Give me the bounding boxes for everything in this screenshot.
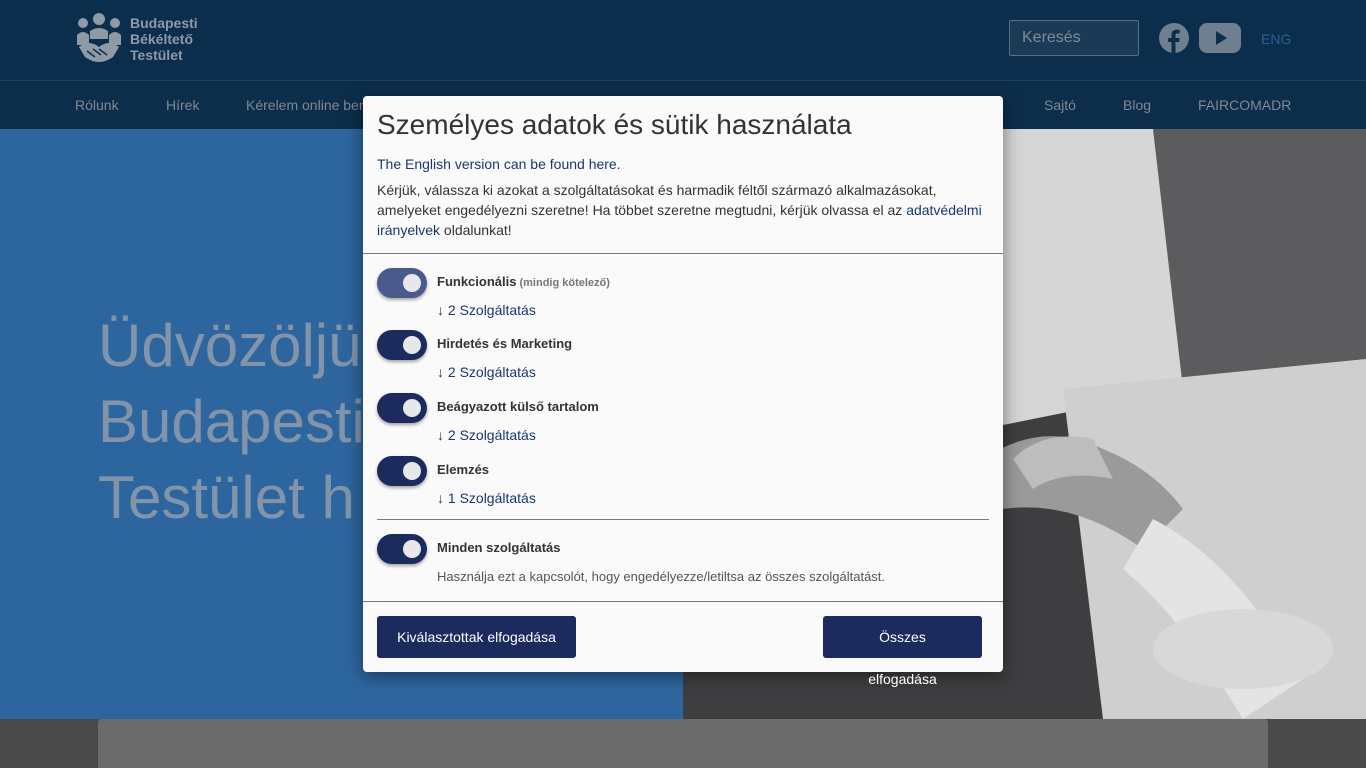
nav-item-sajto[interactable]: Sajtó — [1044, 97, 1076, 113]
purpose-title: Hirdetés és Marketing — [437, 336, 573, 351]
services-expand-link[interactable]: ↓ 2 Szolgáltatás — [437, 302, 536, 318]
all-services-title: Minden szolgáltatás — [437, 540, 561, 555]
accept-all-button[interactable]: Összes elfogadása — [823, 616, 982, 687]
purpose-title: Funkcionális (mindig kötelező) — [437, 274, 610, 289]
all-services-toggle[interactable] — [377, 534, 427, 564]
accept-selected-button[interactable]: Kiválasztottak elfogadása — [377, 616, 576, 658]
embedded-content-toggle[interactable] — [377, 393, 427, 423]
nav-item-blog[interactable]: Blog — [1123, 97, 1151, 113]
services-expand-link[interactable]: ↓ 2 Szolgáltatás — [437, 427, 536, 443]
toggle-knob — [403, 399, 421, 417]
logo-line: Budapesti — [130, 15, 198, 31]
logo-line: Testület — [130, 47, 183, 63]
modal-intro-text: Kérjük, válassza ki azokat a szolgáltatá… — [377, 180, 989, 240]
logo-line: Békéltető — [130, 31, 194, 47]
modal-divider — [363, 253, 1003, 254]
content-card — [98, 719, 1268, 768]
nav-item-rolunk[interactable]: Rólunk — [75, 97, 119, 113]
purpose-title-text: Funkcionális — [437, 274, 517, 289]
modal-footer-divider — [363, 601, 1003, 602]
toggle-knob — [403, 462, 421, 480]
language-switch-link[interactable]: ENG — [1261, 31, 1291, 47]
modal-title: Személyes adatok és sütik használata — [377, 109, 852, 140]
marketing-toggle[interactable] — [377, 330, 427, 360]
intro-suffix: oldalunkat! — [443, 222, 512, 238]
services-expand-link[interactable]: ↓ 1 Szolgáltatás — [437, 490, 536, 506]
nav-item-faircomadr[interactable]: FAIRCOMADR — [1198, 97, 1291, 113]
youtube-icon[interactable] — [1199, 23, 1241, 53]
search-input[interactable]: Keresés — [1009, 20, 1139, 56]
modal-header: Személyes adatok és sütik használata The… — [377, 108, 989, 240]
site-logo[interactable]: Budapesti Békéltető Testület — [75, 13, 198, 65]
required-note: (mindig kötelező) — [519, 277, 610, 289]
facebook-icon[interactable] — [1159, 23, 1189, 53]
logo-text: Budapesti Békéltető Testület — [130, 15, 198, 63]
purpose-title: Beágyazott külső tartalom — [437, 399, 599, 414]
nav-item-kerelem[interactable]: Kérelem online ben — [246, 97, 367, 113]
analytics-toggle[interactable] — [377, 456, 427, 486]
functional-toggle[interactable] — [377, 268, 427, 298]
all-services-divider — [377, 519, 989, 520]
toggle-knob — [403, 540, 421, 558]
all-services-description: Használja ezt a kapcsolót, hogy engedély… — [437, 569, 886, 584]
intro-text: Kérjük, válassza ki azokat a szolgáltatá… — [377, 182, 937, 218]
handshake-people-logo-icon — [77, 13, 121, 62]
toggle-knob — [403, 274, 421, 292]
site-header: Budapesti Békéltető Testület Keresés ENG — [0, 0, 1366, 80]
english-version-link[interactable]: The English version can be found here. — [377, 156, 989, 173]
purpose-title: Elemzés — [437, 462, 490, 477]
services-expand-link[interactable]: ↓ 2 Szolgáltatás — [437, 364, 536, 380]
toggle-knob — [403, 336, 421, 354]
nav-item-hirek[interactable]: Hírek — [166, 97, 199, 113]
cookie-consent-modal: Személyes adatok és sütik használata The… — [363, 96, 1003, 687]
